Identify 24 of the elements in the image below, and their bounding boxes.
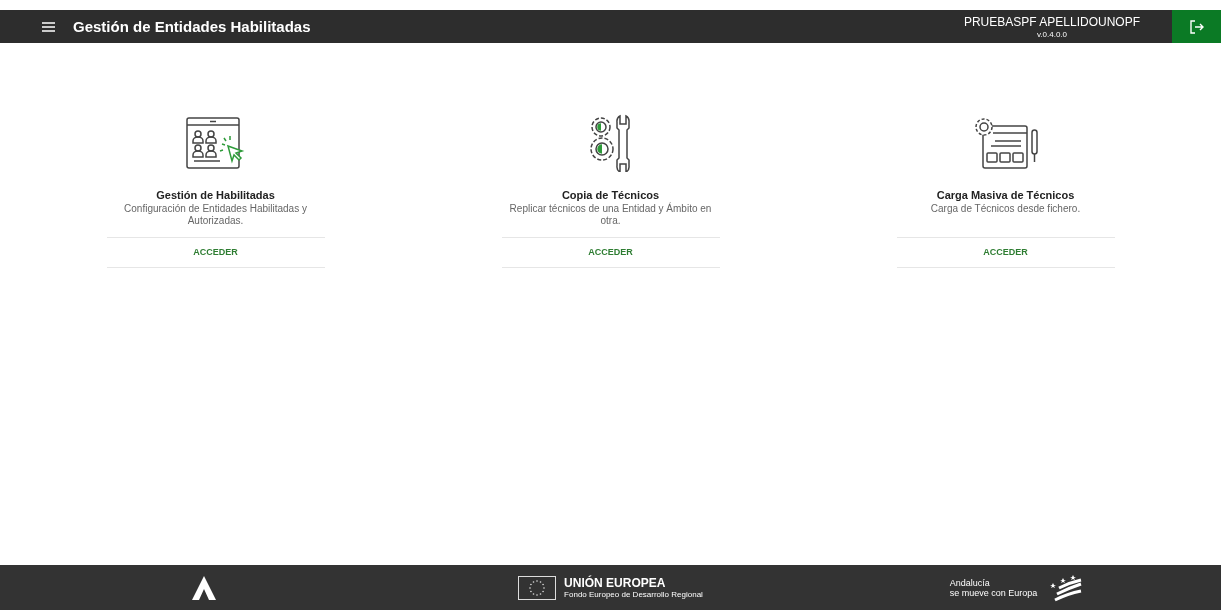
gear-form-icon <box>972 116 1039 170</box>
region-name: Andalucía <box>949 577 991 588</box>
card-description: Replicar técnicos de una Entidad y Ámbito en otra. <box>508 203 713 227</box>
user-name: PRUEBASPF APELLIDOUNOPF <box>963 14 1140 29</box>
card-description: Configuración de Entidades Habilitadas y Autorizadas. <box>123 203 308 227</box>
access-link[interactable]: ACCEDER <box>106 237 325 268</box>
menu-button[interactable] <box>42 21 55 32</box>
users-screen-icon <box>185 117 246 169</box>
menu-icon <box>42 21 55 32</box>
logout-icon <box>1189 19 1204 34</box>
card-title: Copia de Técnicos <box>561 189 660 201</box>
region-motto: se mueve con Europa <box>949 587 1038 598</box>
version-label: v.0.4.0.0 <box>1036 29 1067 39</box>
region-logo-icon <box>190 574 217 601</box>
access-link[interactable]: ACCEDER <box>896 237 1115 268</box>
card-title: Carga Masiva de Técnicos <box>936 189 1075 201</box>
card-title: Gestión de Habilitadas <box>156 189 275 201</box>
eu-subtitle: Fondo Europeo de Desarrollo Regional <box>564 590 703 599</box>
access-link[interactable]: ACCEDER <box>501 237 720 268</box>
eu-title: UNIÓN EUROPEA <box>564 576 667 590</box>
app-title: Gestión de Entidades Habilitadas <box>73 18 312 35</box>
logout-button[interactable] <box>1172 10 1221 43</box>
eu-flag-icon <box>518 575 557 600</box>
card-description: Carga de Técnicos desde fichero. <box>929 203 1082 216</box>
